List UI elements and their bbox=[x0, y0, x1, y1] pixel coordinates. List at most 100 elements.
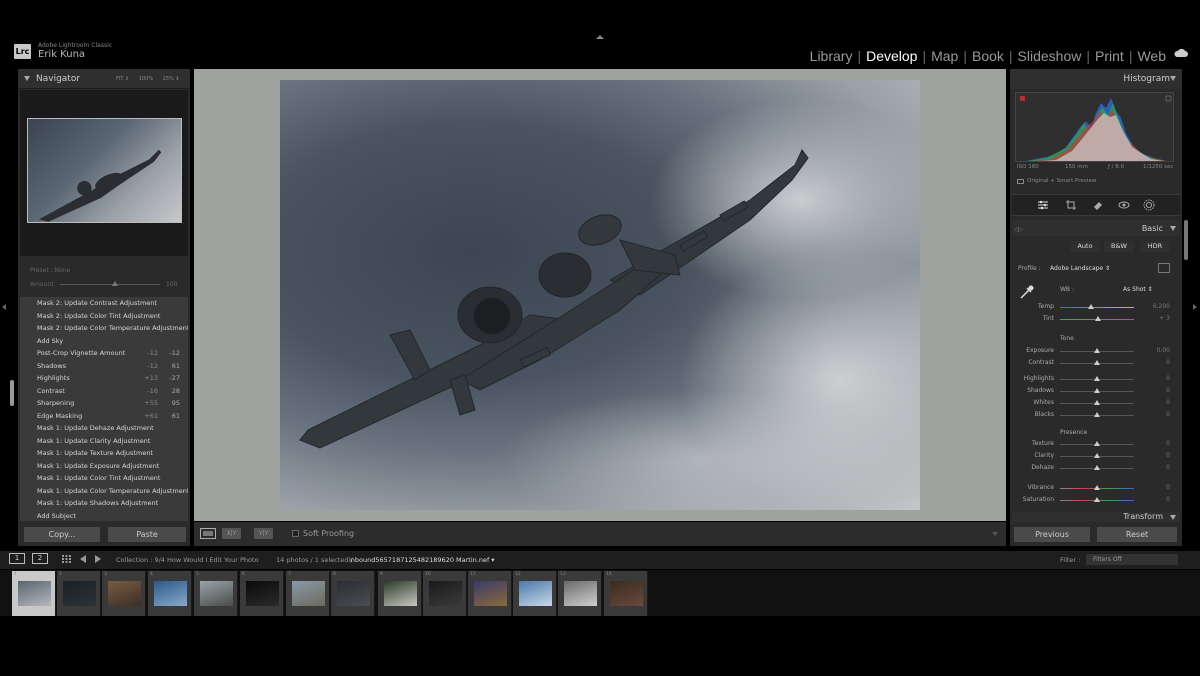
texture-value[interactable]: 0 bbox=[1138, 440, 1170, 447]
wb-select[interactable]: As Shot ⇕ bbox=[1123, 286, 1153, 293]
edit-sliders-icon[interactable] bbox=[1037, 199, 1049, 211]
history-item[interactable]: Post-Crop Vignette Amount -12 -12 bbox=[20, 347, 188, 360]
filmstrip-thumbnail[interactable]: 5 bbox=[194, 571, 238, 616]
zoom-100[interactable]: 100% bbox=[139, 76, 153, 82]
primary-display-button[interactable]: 1 bbox=[9, 553, 25, 564]
temp-value[interactable]: 6,200 bbox=[1138, 303, 1170, 310]
exposure-value[interactable]: 0.00 bbox=[1138, 347, 1170, 354]
shadows-slider-knob[interactable] bbox=[1094, 388, 1100, 393]
filmstrip-thumbnail[interactable]: 3 bbox=[102, 571, 146, 616]
history-item[interactable]: Mask 1: Update Dehaze Adjustment bbox=[20, 422, 188, 435]
panel-visibility-eye-icon[interactable]: ◁▷ bbox=[1014, 226, 1023, 233]
back-arrow-icon[interactable] bbox=[80, 555, 86, 563]
filmstrip-thumbnail[interactable]: 9 bbox=[378, 571, 422, 616]
collection-path[interactable]: Collection : 9/4 How Would I Edit Your P… bbox=[116, 556, 259, 564]
module-develop[interactable]: Develop bbox=[864, 48, 919, 64]
filmstrip-thumbnail[interactable]: 2 bbox=[57, 571, 101, 616]
history-item[interactable]: Mask 1: Update Texture Adjustment bbox=[20, 447, 188, 460]
whites-value[interactable]: 0 bbox=[1138, 399, 1170, 406]
vibrance-slider-knob[interactable] bbox=[1094, 485, 1100, 490]
history-item[interactable]: Shadows -12 61 bbox=[20, 360, 188, 373]
hdr-button[interactable]: HDR bbox=[1140, 241, 1170, 252]
history-item[interactable]: Add Sky bbox=[20, 335, 188, 348]
temp-slider[interactable] bbox=[1060, 307, 1134, 308]
history-item[interactable]: Mask 1: Update Shadows Adjustment bbox=[20, 497, 188, 510]
vibrance-value[interactable]: 0 bbox=[1138, 484, 1170, 491]
exposure-slider-knob[interactable] bbox=[1094, 348, 1100, 353]
filmstrip-thumbnail[interactable]: 6 bbox=[240, 571, 284, 616]
filter-select[interactable]: Filters Off bbox=[1086, 554, 1178, 565]
history-item[interactable]: Sharpening +55 95 bbox=[20, 397, 188, 410]
highlights-slider-knob[interactable] bbox=[1094, 376, 1100, 381]
tint-value[interactable]: + 3 bbox=[1138, 315, 1170, 322]
filmstrip-thumbnail[interactable]: 7 bbox=[286, 571, 330, 616]
history-item[interactable]: Mask 1: Update Color Temperature Adjustm… bbox=[20, 485, 188, 498]
amount-slider[interactable] bbox=[60, 284, 160, 285]
contrast-slider-knob[interactable] bbox=[1094, 360, 1100, 365]
contrast-value[interactable]: 0 bbox=[1138, 359, 1170, 366]
forward-arrow-icon[interactable] bbox=[95, 555, 101, 563]
crop-icon[interactable] bbox=[1065, 199, 1077, 211]
saturation-slider-knob[interactable] bbox=[1094, 497, 1100, 502]
main-photo[interactable] bbox=[280, 80, 920, 510]
filmstrip-thumbnail[interactable]: 4 bbox=[148, 571, 192, 616]
left-panel-toggle-icon[interactable] bbox=[2, 304, 6, 310]
auto-button[interactable]: Auto bbox=[1070, 241, 1100, 252]
before-after-button[interactable]: X|Y bbox=[222, 528, 241, 539]
blacks-value[interactable]: 0 bbox=[1138, 411, 1170, 418]
reset-button[interactable]: Reset bbox=[1097, 527, 1177, 542]
previous-button[interactable]: Previous bbox=[1014, 527, 1090, 542]
module-map[interactable]: Map bbox=[929, 48, 960, 64]
history-item[interactable]: Highlights +13 -27 bbox=[20, 372, 188, 385]
shadows-value[interactable]: 0 bbox=[1138, 387, 1170, 394]
module-library[interactable]: Library bbox=[808, 48, 855, 64]
filmstrip-thumbnail[interactable]: 12 bbox=[513, 571, 557, 616]
dehaze-value[interactable]: 0 bbox=[1138, 464, 1170, 471]
white-balance-eyedropper-icon[interactable] bbox=[1018, 283, 1036, 301]
histogram-graph[interactable] bbox=[1015, 92, 1174, 162]
history-item[interactable]: Add Subject bbox=[20, 510, 188, 522]
filmstrip-thumbnail[interactable]: 1 bbox=[12, 571, 56, 616]
masking-icon[interactable] bbox=[1143, 199, 1155, 211]
filmstrip-thumbnail[interactable]: 13 bbox=[558, 571, 602, 616]
tint-slider-knob[interactable] bbox=[1095, 316, 1102, 321]
top-panel-toggle-icon[interactable] bbox=[596, 35, 604, 39]
red-eye-icon[interactable] bbox=[1118, 199, 1130, 211]
bw-button[interactable]: B&W bbox=[1104, 241, 1134, 252]
filmstrip-thumbnail[interactable]: 8 bbox=[331, 571, 375, 616]
toolbar-menu-chevron-icon[interactable] bbox=[992, 532, 998, 536]
collapse-triangle-icon[interactable] bbox=[1170, 226, 1176, 231]
blacks-slider-knob[interactable] bbox=[1094, 412, 1100, 417]
selected-filename[interactable]: inbound5657187125482189620 Martin.nef ▾ bbox=[349, 556, 495, 564]
amount-slider-knob[interactable] bbox=[112, 281, 118, 286]
saturation-value[interactable]: 0 bbox=[1138, 496, 1170, 503]
soft-proofing-checkbox[interactable] bbox=[292, 530, 299, 537]
filmstrip-thumbnail[interactable]: 14 bbox=[604, 571, 648, 616]
left-scrollbar[interactable] bbox=[10, 380, 14, 406]
clarity-slider-knob[interactable] bbox=[1094, 453, 1100, 458]
right-scrollbar[interactable] bbox=[1184, 220, 1188, 260]
profile-browser-grid-icon[interactable] bbox=[1158, 263, 1170, 273]
grid-view-icon[interactable] bbox=[62, 555, 71, 563]
clarity-value[interactable]: 0 bbox=[1138, 452, 1170, 459]
history-item[interactable]: Mask 1: Update Exposure Adjustment bbox=[20, 460, 188, 473]
zoom-25[interactable]: 25% ⇕ bbox=[163, 76, 180, 82]
history-item[interactable]: Mask 1: Update Clarity Adjustment bbox=[20, 435, 188, 448]
module-web[interactable]: Web bbox=[1135, 48, 1168, 64]
module-slideshow[interactable]: Slideshow bbox=[1016, 48, 1084, 64]
before-after-yy-button[interactable]: Y|Y bbox=[254, 528, 273, 539]
texture-slider-knob[interactable] bbox=[1094, 441, 1100, 446]
filmstrip-thumbnail[interactable]: 10 bbox=[423, 571, 467, 616]
navigator-thumbnail[interactable] bbox=[27, 118, 182, 223]
loupe-view-button[interactable] bbox=[200, 528, 216, 539]
module-print[interactable]: Print bbox=[1093, 48, 1126, 64]
history-item[interactable]: Contrast -16 28 bbox=[20, 385, 188, 398]
collapse-triangle-icon[interactable] bbox=[1170, 515, 1176, 520]
history-item[interactable]: Mask 2: Update Color Tint Adjustment bbox=[20, 310, 188, 323]
secondary-display-button[interactable]: 2 bbox=[32, 553, 48, 564]
highlights-value[interactable]: 0 bbox=[1138, 375, 1170, 382]
dehaze-slider-knob[interactable] bbox=[1094, 465, 1100, 470]
module-book[interactable]: Book bbox=[970, 48, 1006, 64]
paste-button[interactable]: Paste bbox=[108, 527, 186, 542]
profile-select[interactable]: Adobe Landscape ⇕ bbox=[1050, 265, 1110, 272]
